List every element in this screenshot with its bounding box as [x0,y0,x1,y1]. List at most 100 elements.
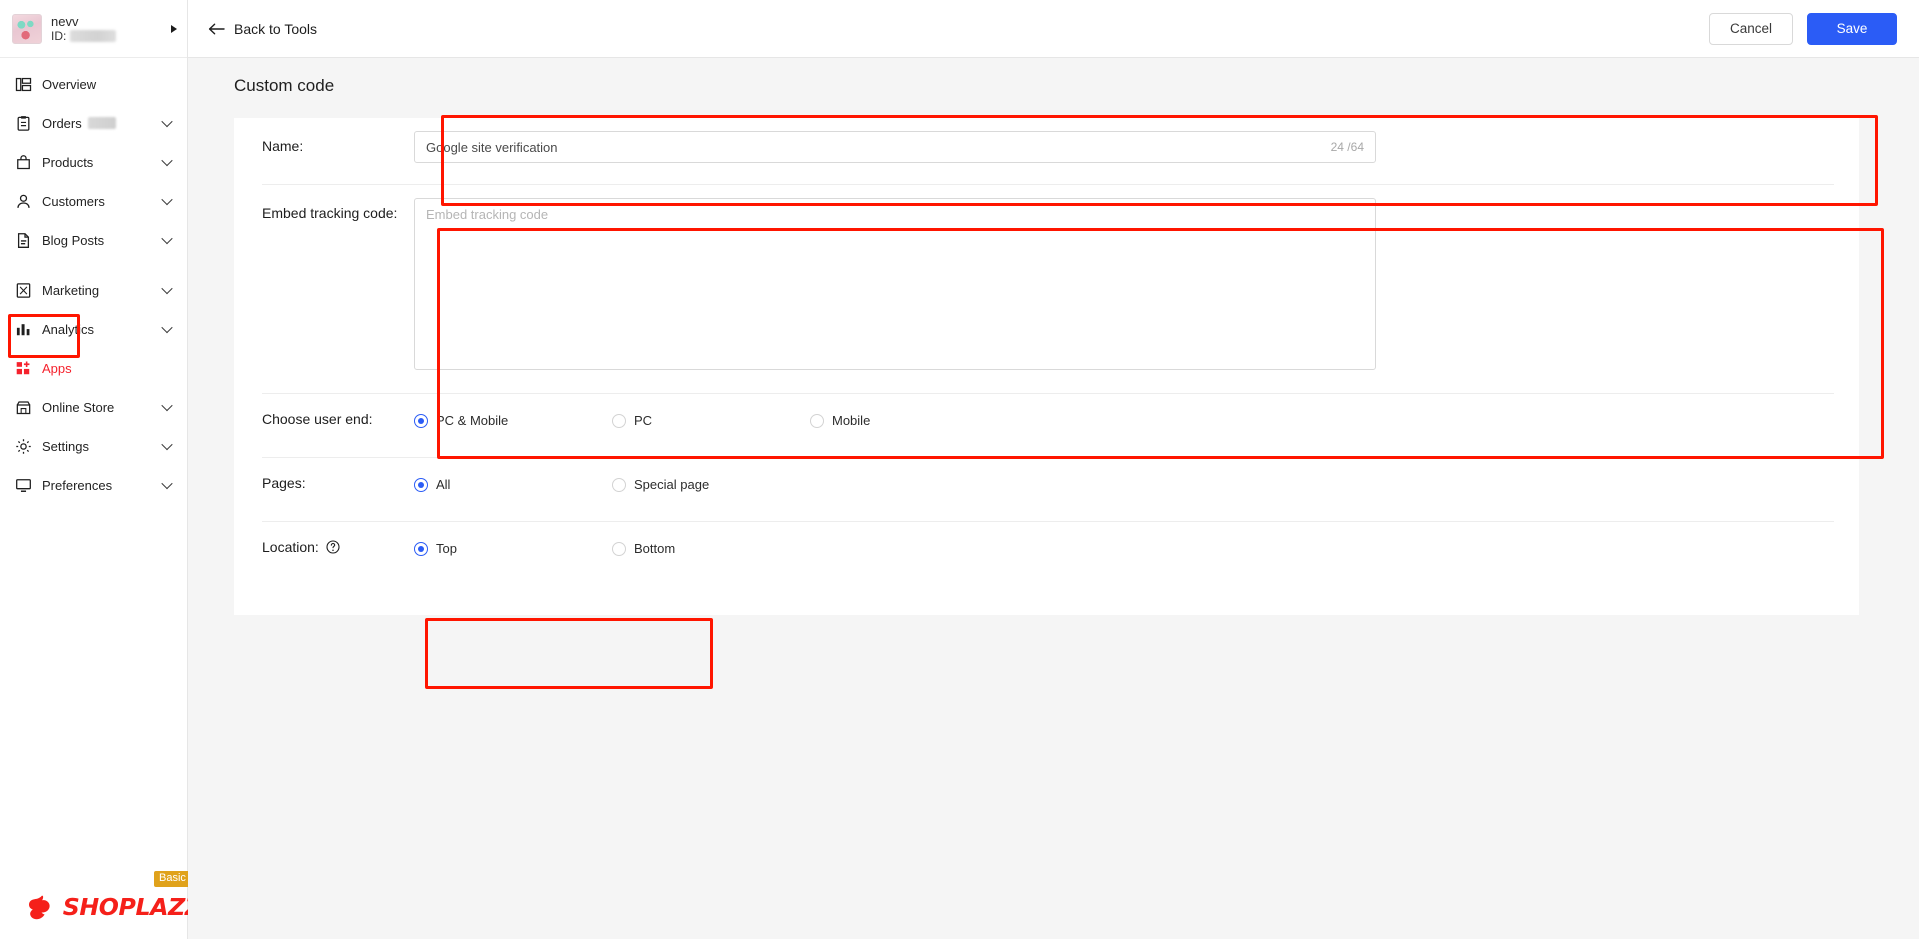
chevron-down-icon[interactable] [161,115,173,128]
sidebar-item-label: Settings [42,438,89,454]
sidebar-item-blog-posts[interactable]: Blog Posts [0,224,187,256]
account-switcher[interactable]: nevv ID: [0,0,187,58]
sidebar-item-analytics[interactable]: Analytics [0,313,187,345]
avatar [12,13,42,44]
radio-icon[interactable] [612,413,626,428]
chevron-down-icon[interactable] [161,232,173,245]
radio-label: Special page [634,477,710,492]
chevron-down-icon[interactable] [161,282,173,295]
radio-icon[interactable] [414,477,428,492]
document-icon [14,231,32,249]
radio-icon[interactable] [612,541,626,556]
sidebar-item-customers[interactable]: Customers [0,185,187,217]
radio-option-mobile[interactable]: Mobile [810,413,1008,428]
dashboard-icon [14,75,32,93]
form-row-location: Location: Top Bottom [234,522,1859,585]
storefront-icon [14,398,32,416]
sidebar-item-marketing[interactable]: Marketing [0,274,187,306]
sidebar-nav: Overview Orders Products Customers Blog … [0,58,187,501]
sidebar-item-apps[interactable]: Apps [0,352,187,384]
name-char-counter: 24 /64 [1330,140,1364,154]
name-input[interactable]: Google site verification 24 /64 [414,131,1376,163]
radio-option-all[interactable]: All [414,477,612,492]
radio-option-pc-and-mobile[interactable]: PC & Mobile [414,413,612,428]
sidebar-item-label: Preferences [42,477,113,493]
embed-tracking-code-label: Embed tracking code: [262,205,398,221]
back-to-tools-label: Back to Tools [234,20,318,37]
chevron-down-icon[interactable] [161,321,173,334]
app-root: nevv ID: Overview Orders Products Custom… [0,0,1919,939]
apps-grid-icon [14,359,32,377]
form-row-embed-tracking-code: Embed tracking code: Embed tracking code [234,185,1859,393]
location-label-wrap: Location: [262,522,414,555]
choose-user-end-label: Choose user end: [262,411,373,427]
radio-option-bottom[interactable]: Bottom [612,541,810,556]
sidebar-item-label: Orders [42,115,82,131]
page-title: Custom code [234,76,335,95]
radio-label: PC & Mobile [436,413,509,428]
radio-label: Mobile [832,413,871,428]
chevron-down-icon[interactable] [161,193,173,206]
arrow-left-icon [208,22,225,36]
radio-option-special-page[interactable]: Special page [612,477,810,492]
sidebar-item-label: Marketing [42,282,100,298]
chevron-down-icon[interactable] [161,154,173,167]
radio-option-top[interactable]: Top [414,541,612,556]
megaphone-icon [14,281,32,299]
sidebar-item-label: Products [42,154,94,170]
chevron-down-icon[interactable] [161,438,173,451]
radio-label: PC [634,413,653,428]
account-text: nevv ID: [51,13,117,43]
annotation-box-location [425,618,713,689]
name-input-value: Google site verification [426,139,558,155]
location-label: Location: [262,539,319,555]
plan-badge: Basic [154,871,191,887]
sidebar: nevv ID: Overview Orders Products Custom… [0,0,220,939]
pages-label: Pages: [262,475,306,491]
sidebar-item-settings[interactable]: Settings [0,430,187,462]
pages-options: All Special page [414,458,810,492]
user-icon [14,192,32,210]
brand-footer: SHOPLAZZA Basic [0,871,220,921]
custom-code-card: Name: Google site verification 24 /64 Em… [234,118,1859,615]
clipboard-icon [14,114,32,132]
name-label: Name: [262,138,304,154]
cancel-button[interactable]: Cancel [1709,12,1793,45]
chevron-down-icon[interactable] [161,477,173,490]
card-bottom-padding [234,585,1859,615]
sidebar-item-online-store[interactable]: Online Store [0,391,187,423]
location-options: Top Bottom [414,522,810,556]
radio-icon[interactable] [414,413,428,428]
account-name: nevv [51,13,79,29]
radio-icon[interactable] [810,413,824,428]
choose-user-end-options: PC & Mobile PC Mobile [414,394,1008,428]
save-button[interactable]: Save [1807,12,1897,45]
monitor-icon [14,476,32,494]
form-row-choose-user-end: Choose user end: PC & Mobile PC Mobile [234,394,1859,457]
orders-count-redacted [87,117,116,129]
caret-right-icon[interactable] [171,24,177,33]
radio-label: Bottom [634,541,676,556]
radio-option-pc[interactable]: PC [612,413,810,428]
back-to-tools-button[interactable]: Back to Tools [208,21,317,37]
form-row-name: Name: Google site verification 24 /64 [234,118,1859,184]
sidebar-item-label: Analytics [42,321,95,337]
sidebar-item-label: Online Store [42,399,115,415]
radio-icon[interactable] [414,541,428,556]
main-area: Back to Tools Cancel Save Custom code Na… [188,0,1919,939]
shoplazza-logo-icon [28,895,58,921]
sidebar-item-orders[interactable]: Orders [0,107,187,139]
question-circle-icon[interactable] [326,540,340,554]
sidebar-item-preferences[interactable]: Preferences [0,469,187,501]
chevron-down-icon[interactable] [161,399,173,412]
embed-tracking-code-textarea[interactable]: Embed tracking code [414,198,1376,370]
bar-chart-icon [14,320,32,338]
radio-icon[interactable] [612,477,626,492]
bag-icon [14,153,32,171]
topbar: Back to Tools Cancel Save [188,0,1919,58]
form-row-pages: Pages: All Special page [234,458,1859,521]
sidebar-item-overview[interactable]: Overview [0,68,187,100]
sidebar-item-label: Apps [42,360,72,376]
sidebar-item-products[interactable]: Products [0,146,187,178]
sidebar-item-label: Customers [42,193,105,209]
